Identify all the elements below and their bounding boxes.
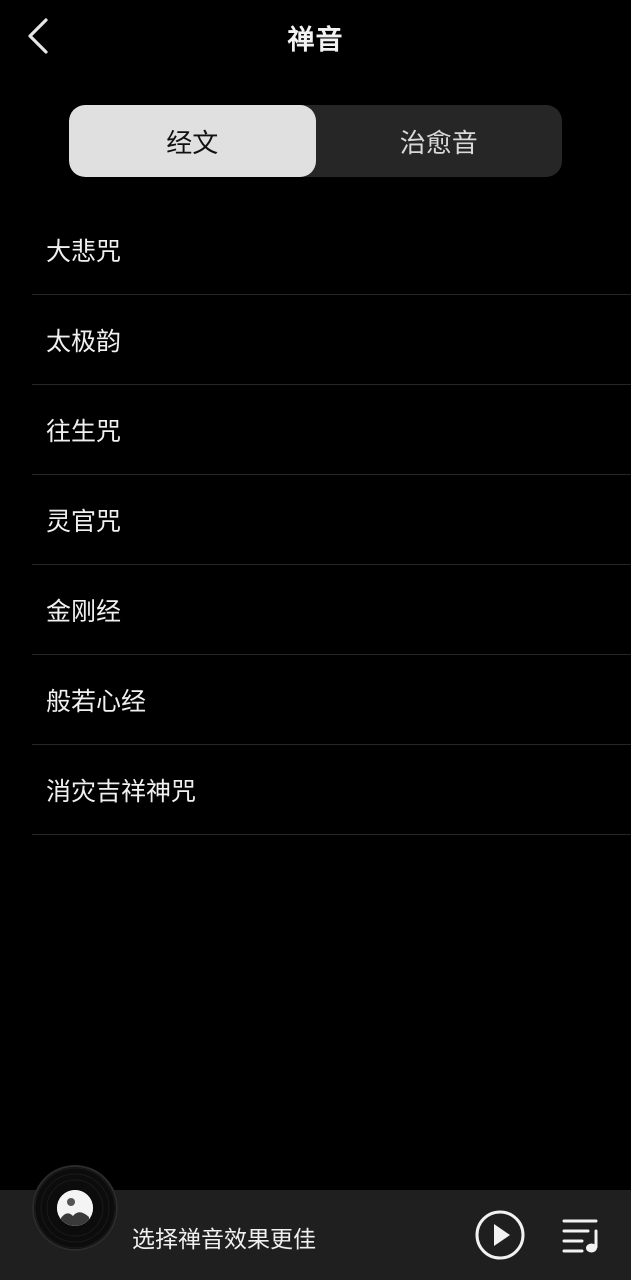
tab-healing-sound[interactable]: 治愈音 [316,105,563,177]
playlist-button[interactable] [560,1213,604,1257]
playlist-music-icon [562,1219,598,1253]
list-item[interactable]: 灵官咒 [32,475,631,565]
tab-scripture[interactable]: 经文 [69,105,316,177]
page-title: 禅音 [287,25,344,56]
list-item[interactable]: 金刚经 [32,565,631,655]
vinyl-disc-icon[interactable] [32,1165,118,1251]
player-status-text: 选择禅音效果更佳 [132,1227,316,1253]
list-item[interactable]: 般若心经 [32,655,631,745]
header: 禅音 [0,0,631,76]
list-item[interactable]: 大悲咒 [32,205,631,295]
play-circle-icon [475,1210,525,1260]
list-item[interactable]: 往生咒 [32,385,631,475]
disc-label-art-icon [57,1190,93,1226]
track-list: 大悲咒 太极韵 往生咒 灵官咒 金刚经 般若心经 消灾吉祥神咒 [32,205,631,835]
zen-sound-page: 禅音 经文 治愈音 大悲咒 太极韵 往生咒 灵官咒 金刚经 般若心经 消灾吉祥神… [0,0,631,1280]
play-button[interactable] [474,1209,526,1261]
list-item[interactable]: 消灾吉祥神咒 [32,745,631,835]
category-segmented-control: 经文 治愈音 [69,105,562,177]
list-item[interactable]: 太极韵 [32,295,631,385]
